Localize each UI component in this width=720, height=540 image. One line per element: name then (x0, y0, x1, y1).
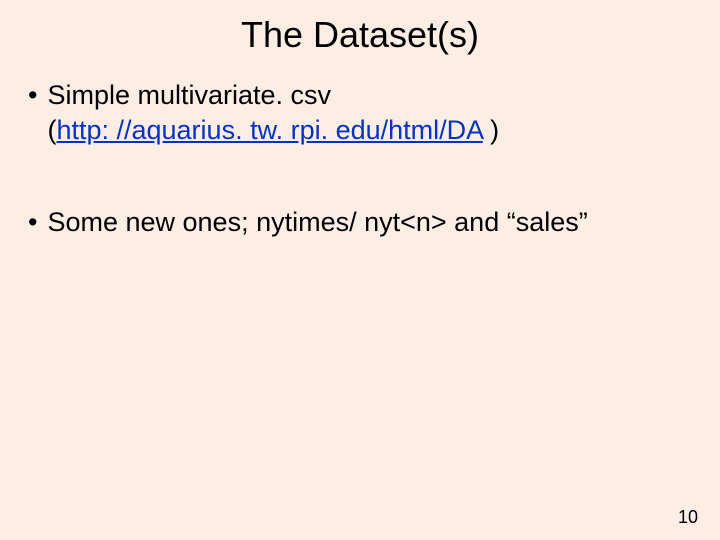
bullet-text: Simple multivariate. csv (http: //aquari… (47, 78, 692, 147)
bullet-line: Some new ones; nytimes/ nyt<n> and “sale… (47, 207, 587, 237)
bullet-text: Some new ones; nytimes/ nyt<n> and “sale… (47, 205, 692, 240)
slide-title: The Dataset(s) (0, 0, 720, 56)
dataset-link[interactable]: http: //aquarius. tw. rpi. edu/html/DA (56, 115, 482, 145)
paren-close: ) (483, 115, 500, 145)
bullet-item: • Simple multivariate. csv (http: //aqua… (28, 78, 692, 147)
slide: The Dataset(s) • Simple multivariate. cs… (0, 0, 720, 540)
slide-content: • Simple multivariate. csv (http: //aqua… (0, 78, 720, 240)
bullet-dot-icon: • (28, 205, 37, 240)
bullet-item: • Some new ones; nytimes/ nyt<n> and “sa… (28, 205, 692, 240)
page-number: 10 (678, 507, 698, 528)
bullet-dot-icon: • (28, 78, 37, 113)
bullet-line: Simple multivariate. csv (47, 80, 331, 110)
